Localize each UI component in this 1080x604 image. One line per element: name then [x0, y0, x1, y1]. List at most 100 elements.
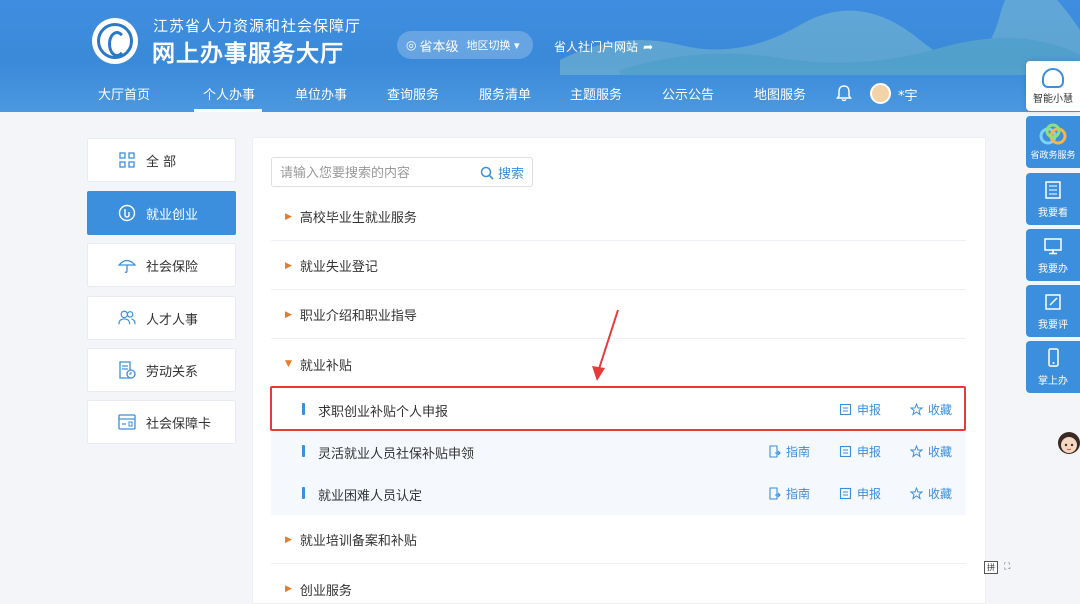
assistant-avatar-icon[interactable] — [1054, 429, 1080, 461]
location-pin-icon: ◎ — [406, 38, 417, 52]
category-label: 职业介绍和职业指导 — [299, 309, 417, 324]
category-label: 高校毕业生就业服务 — [299, 211, 417, 226]
employment-icon — [118, 204, 136, 222]
org-subtitle: 江苏省人力资源和社会保障厅 — [153, 17, 362, 35]
category-registration[interactable]: ▶ 就业失业登记 — [271, 242, 966, 290]
triangle-right-icon: ▶ — [285, 309, 292, 320]
apply-icon — [839, 445, 852, 458]
apply-button[interactable]: 申报 — [839, 485, 881, 502]
search-icon — [480, 166, 494, 180]
nav-query[interactable]: 查询服务 — [387, 84, 439, 103]
red-annotation-arrow-icon — [592, 309, 619, 381]
category-startup[interactable]: ▶ 创业服务 — [271, 565, 966, 604]
triangle-down-icon: ▼ — [285, 359, 292, 369]
user-name[interactable]: *宇 — [898, 85, 918, 104]
search-button[interactable]: 搜索 — [480, 163, 524, 182]
share-arrow-icon: ➦ — [643, 39, 654, 54]
sidebar-item-label: 全 部 — [146, 154, 177, 170]
list-item-hardship-recognition[interactable]: 就业困难人员认定 指南 申报 收藏 — [271, 472, 966, 514]
nav-service-list[interactable]: 服务清单 — [479, 84, 531, 103]
guide-label: 指南 — [786, 445, 811, 459]
apply-label: 申报 — [857, 445, 882, 459]
search-box: 搜索 — [271, 157, 533, 187]
triangle-right-icon: ▶ — [285, 260, 292, 271]
tool-label: 我要办 — [1038, 263, 1068, 275]
headset-icon — [1042, 67, 1064, 88]
sidebar-item-label: 社会保险 — [146, 259, 199, 275]
tool-rate-button[interactable]: 我要评 — [1026, 285, 1080, 337]
list-item-title: 灵活就业人员社保补贴申领 — [318, 447, 475, 462]
sidebar-item-security-card[interactable]: 社会保障卡 — [87, 400, 236, 444]
sidebar-item-employment[interactable]: 就业创业 — [87, 191, 236, 235]
fullscreen-icon[interactable]: ⛶ — [1004, 562, 1014, 574]
list-bullet — [302, 445, 305, 457]
monitor-icon — [1044, 237, 1062, 254]
apply-label: 申报 — [857, 487, 882, 501]
portal-link[interactable]: 省人社门户网站 ➦ — [554, 38, 653, 55]
region-name: 省本级 — [419, 39, 459, 55]
favorite-label: 收藏 — [928, 487, 953, 501]
phone-icon — [1048, 347, 1059, 367]
gov-service-label: 省政务服务 — [1030, 151, 1076, 161]
grid-icon — [118, 151, 136, 169]
main-nav: 大厅首页 个人办事 单位办事 查询服务 服务清单 主题服务 公示公告 地图服务 — [0, 76, 1080, 112]
sidebar-item-labor[interactable]: 劳动关系 — [87, 348, 236, 392]
book-icon — [1045, 180, 1061, 199]
list-item-flexible-employment[interactable]: 灵活就业人员社保补贴申领 指南 申报 收藏 — [271, 430, 966, 472]
triangle-right-icon: ▶ — [285, 584, 292, 594]
category-label: 创业服务 — [299, 583, 352, 599]
region-selector[interactable]: ◎ 省本级 地区切换 ▾ — [397, 31, 533, 59]
list-bullet — [302, 487, 305, 499]
edit-icon — [1045, 293, 1061, 310]
nav-home[interactable]: 大厅首页 — [98, 84, 150, 103]
site-logo[interactable] — [92, 18, 138, 64]
tool-label: 掌上办 — [1038, 375, 1068, 387]
tool-do-button[interactable]: 我要办 — [1026, 229, 1080, 281]
umbrella-icon — [118, 256, 136, 274]
sidebar-item-label: 社会保障卡 — [146, 416, 212, 432]
star-icon — [910, 487, 923, 500]
nav-map[interactable]: 地图服务 — [754, 84, 806, 103]
favorite-button[interactable]: 收藏 — [910, 485, 952, 502]
site-header: 江苏省人力资源和社会保障厅 网上办事服务大厅 ◎ 省本级 地区切换 ▾ 省人社门… — [0, 0, 1080, 112]
people-icon — [118, 309, 136, 327]
apply-button[interactable]: 申报 — [839, 443, 881, 460]
keyboard-icon[interactable]: 拼 — [984, 561, 998, 574]
star-icon — [910, 445, 923, 458]
search-button-label: 搜索 — [497, 167, 524, 182]
guide-button[interactable]: 指南 — [768, 485, 810, 502]
sidebar-item-talent[interactable]: 人才人事 — [87, 296, 236, 340]
tool-mobile-button[interactable]: 掌上办 — [1026, 341, 1080, 393]
gov-service-logo-icon — [1039, 123, 1067, 145]
smart-assistant-button[interactable]: 智能小慧 — [1026, 61, 1080, 111]
card-icon — [118, 413, 136, 431]
sidebar-item-label: 就业创业 — [146, 207, 199, 223]
nav-theme[interactable]: 主题服务 — [570, 84, 622, 103]
portal-link-label: 省人社门户网站 — [554, 40, 639, 54]
region-switch-button[interactable]: 地区切换 ▾ — [467, 37, 520, 53]
category-training[interactable]: ▶ 就业培训备案和补贴 — [271, 516, 966, 564]
guide-icon — [769, 445, 781, 458]
tool-view-button[interactable]: 我要看 — [1026, 173, 1080, 225]
gov-service-button[interactable]: 省政务服务 — [1026, 116, 1080, 168]
sidebar-item-all[interactable]: 全 部 — [87, 138, 236, 182]
nav-personal[interactable]: 个人办事 — [203, 84, 255, 103]
search-input[interactable] — [280, 163, 470, 183]
user-avatar[interactable] — [870, 83, 891, 104]
bell-icon[interactable] — [836, 84, 852, 102]
guide-button[interactable]: 指南 — [768, 443, 810, 460]
assistant-label: 智能小慧 — [1033, 93, 1073, 105]
category-label: 就业培训备案和补贴 — [299, 534, 417, 549]
favorite-button[interactable]: 收藏 — [910, 443, 952, 460]
favorite-label: 收藏 — [928, 445, 953, 459]
nav-unit[interactable]: 单位办事 — [295, 84, 347, 103]
category-graduate[interactable]: ▶ 高校毕业生就业服务 — [271, 193, 966, 241]
nav-active-underline — [194, 109, 262, 112]
guide-icon — [769, 487, 781, 500]
tool-label: 我要评 — [1038, 319, 1068, 331]
sidebar-item-social-insurance[interactable]: 社会保险 — [87, 243, 236, 287]
triangle-right-icon: ▶ — [285, 211, 292, 222]
site-title: 网上办事服务大厅 — [152, 41, 344, 67]
sidebar-item-label: 人才人事 — [146, 312, 199, 328]
nav-notice[interactable]: 公示公告 — [662, 84, 714, 103]
